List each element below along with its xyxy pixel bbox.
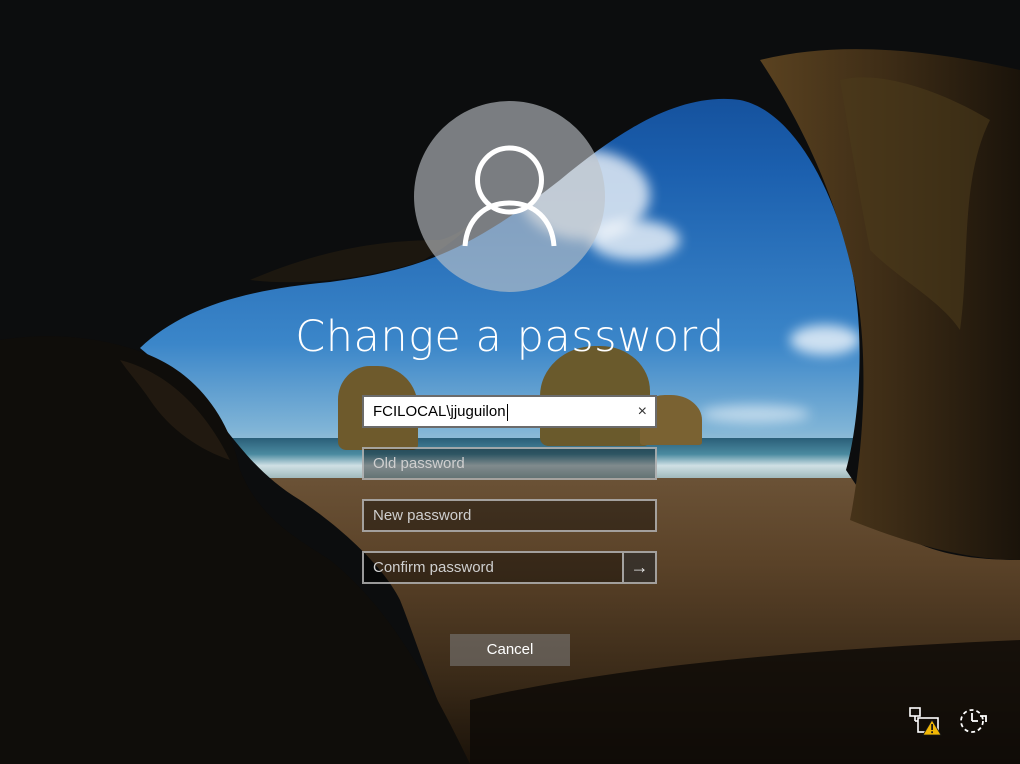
username-value: FCILOCAL\jjuguilon xyxy=(373,403,506,420)
user-avatar xyxy=(414,101,605,292)
old-password-field[interactable]: Old password xyxy=(362,447,657,480)
confirm-password-field[interactable]: Confirm password → xyxy=(362,551,657,584)
old-password-placeholder: Old password xyxy=(373,455,465,472)
cancel-button[interactable]: Cancel xyxy=(450,634,570,666)
clear-icon[interactable]: × xyxy=(638,397,647,426)
username-field[interactable]: FCILOCAL\jjuguilon × xyxy=(362,395,657,428)
text-caret xyxy=(506,403,508,421)
submit-arrow-button[interactable]: → xyxy=(622,553,655,582)
network-warning-icon[interactable] xyxy=(908,705,944,737)
confirm-password-placeholder: Confirm password xyxy=(373,559,494,576)
arrow-right-icon: → xyxy=(630,557,649,577)
page-title: Change a password xyxy=(295,312,725,362)
new-password-field[interactable]: New password xyxy=(362,499,657,532)
user-silhouette-icon xyxy=(462,145,557,247)
new-password-placeholder: New password xyxy=(373,507,472,524)
ease-of-access-icon[interactable] xyxy=(956,704,992,736)
